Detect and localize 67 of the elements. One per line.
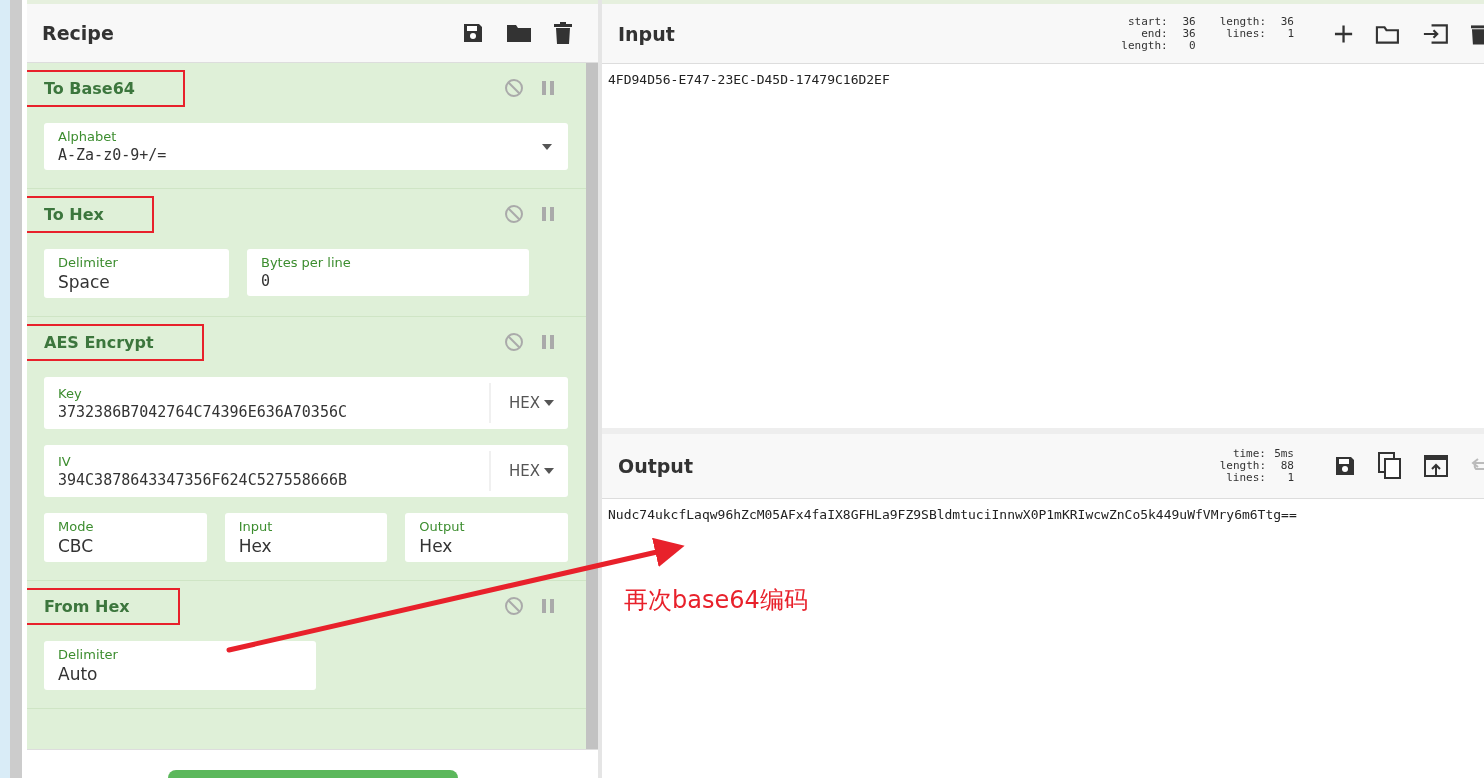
field-label: IV <box>58 453 72 469</box>
argument-field[interactable]: IV 394C3878643347356F624C527558666B HEX <box>44 445 568 497</box>
field-value: Hex <box>419 536 454 556</box>
field-value: CBC <box>58 536 95 556</box>
input-title: Input <box>618 22 676 45</box>
stat-value: 1 <box>1286 27 1294 40</box>
stat-value: 1 <box>1286 472 1294 484</box>
field-value: 394C3878643347356F624C527558666B <box>58 470 348 489</box>
caret-icon <box>544 400 554 406</box>
stat-label: time: <box>1232 448 1266 460</box>
stat-value: 36 <box>1181 27 1196 40</box>
stat-label: lines: <box>1226 472 1266 484</box>
input-text[interactable]: 4FD94D56-E747-23EC-D45D-17479C16D2EF <box>602 64 1484 95</box>
stat-value: 0 <box>1188 39 1196 52</box>
recipe-title: Recipe <box>42 22 114 44</box>
trash-icon[interactable] <box>1470 22 1484 45</box>
stat-value: 88 <box>1279 460 1294 472</box>
stat-label: start: <box>1127 15 1168 28</box>
stat-label: length: <box>1219 460 1266 472</box>
save-icon[interactable] <box>462 22 484 44</box>
argument-field[interactable]: Output Hex <box>405 513 568 562</box>
operation-title: From Hex <box>44 596 130 616</box>
field-value: A-Za-z0-9+/= <box>58 146 168 164</box>
argument-field[interactable]: Delimiter Space <box>44 249 229 298</box>
stat-value: 36 <box>1279 15 1294 28</box>
field-value: 0 <box>261 272 272 290</box>
field-value: Auto <box>58 664 99 684</box>
open-window-icon[interactable] <box>1424 455 1448 477</box>
annotation-text: 再次base64编码 <box>624 585 808 616</box>
argument-field[interactable]: Alphabet A-Za-z0-9+/= <box>44 123 568 170</box>
stat-label: lines: <box>1226 27 1266 40</box>
stat-label: length: <box>1121 39 1168 52</box>
output-text[interactable]: Nudc74ukcfLaqw96hZcM05AFx4faIX8GFHLa9FZ9SBldmtuciInnwX0P1mKRIwcwZnCo5k449uWfVMry6m6Ttg== <box>602 499 1484 530</box>
caret-icon <box>544 468 554 474</box>
field-value: Space <box>58 272 111 292</box>
stat-value: 5ms <box>1273 448 1294 460</box>
folder-icon[interactable] <box>506 22 532 44</box>
stat-label: length: <box>1219 15 1266 28</box>
field-value: Hex <box>238 536 273 556</box>
field-label: Alphabet <box>58 129 118 144</box>
output-title: Output <box>618 455 694 477</box>
field-label: Delimiter <box>58 255 119 270</box>
field-label: Delimiter <box>58 647 119 662</box>
operation-title: To Hex <box>44 204 104 224</box>
save-icon[interactable] <box>1334 455 1356 477</box>
format-dropdown[interactable]: HEX <box>488 383 554 423</box>
field-label: Output <box>419 519 466 534</box>
field-value: 3732386B7042764C74396E636A70356C <box>58 402 348 421</box>
argument-field[interactable]: Delimiter Auto <box>44 641 316 690</box>
argument-field[interactable]: Input Hex <box>224 513 388 562</box>
stat-value: 36 <box>1181 15 1196 28</box>
operation-title: To Base64 <box>44 78 135 98</box>
format-dropdown[interactable]: HEX <box>488 451 554 491</box>
argument-field[interactable]: Key 3732386B7042764C74396E636A70356C HEX <box>44 377 568 429</box>
argument-field[interactable]: Mode CBC <box>44 513 207 562</box>
field-label: Bytes per line <box>261 255 352 270</box>
plus-icon[interactable] <box>1334 23 1354 44</box>
trash-icon[interactable] <box>554 22 572 44</box>
operation-title: AES Encrypt <box>44 332 154 352</box>
field-label: Input <box>238 519 274 534</box>
copy-icon[interactable] <box>1378 452 1402 480</box>
input-file-icon[interactable] <box>1421 22 1449 45</box>
stat-label: end: <box>1141 27 1168 40</box>
argument-field[interactable]: Bytes per line 0 <box>247 249 529 296</box>
field-label: Key <box>58 385 83 401</box>
caret-icon[interactable] <box>542 143 552 150</box>
field-label: Mode <box>58 519 95 534</box>
